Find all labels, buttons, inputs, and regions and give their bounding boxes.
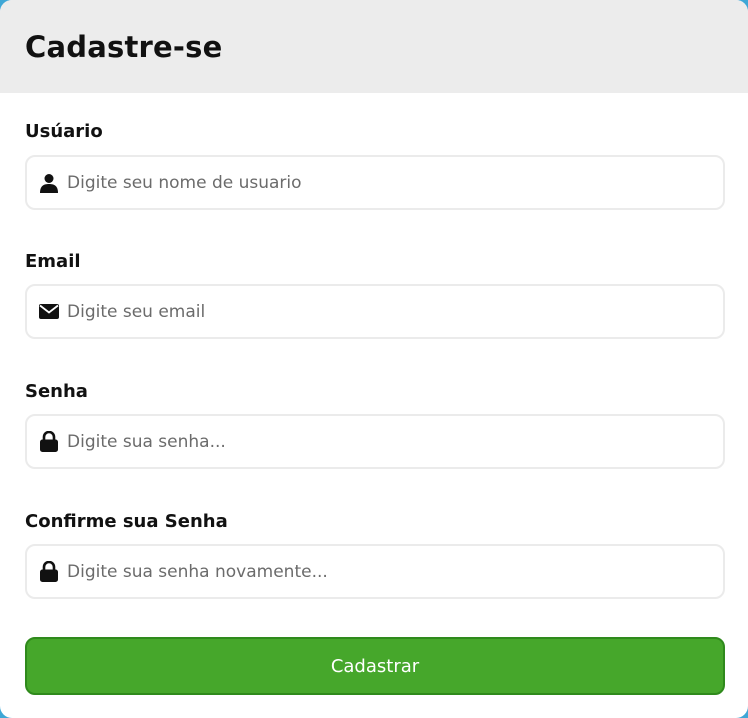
email-input[interactable]	[67, 286, 723, 337]
lock-icon	[39, 431, 59, 452]
username-field-wrapper[interactable]	[25, 155, 725, 210]
page-title: Cadastre-se	[25, 29, 223, 64]
confirm-password-input[interactable]	[67, 546, 723, 597]
email-field-wrapper[interactable]	[25, 284, 725, 339]
submit-button[interactable]: Cadastrar	[25, 637, 725, 695]
username-label: Usúario	[25, 121, 103, 142]
password-input[interactable]	[67, 416, 723, 467]
confirm-password-label: Confirme sua Senha	[25, 511, 228, 532]
password-label: Senha	[25, 381, 88, 402]
email-label: Email	[25, 251, 81, 272]
signup-card: Cadastre-se Usúario Email Senha	[0, 0, 748, 718]
envelope-icon	[39, 302, 59, 322]
confirm-password-field-wrapper[interactable]	[25, 544, 725, 599]
lock-icon	[39, 561, 59, 582]
card-header: Cadastre-se	[0, 0, 748, 93]
username-input[interactable]	[67, 157, 723, 208]
password-field-wrapper[interactable]	[25, 414, 725, 469]
user-icon	[39, 173, 59, 193]
